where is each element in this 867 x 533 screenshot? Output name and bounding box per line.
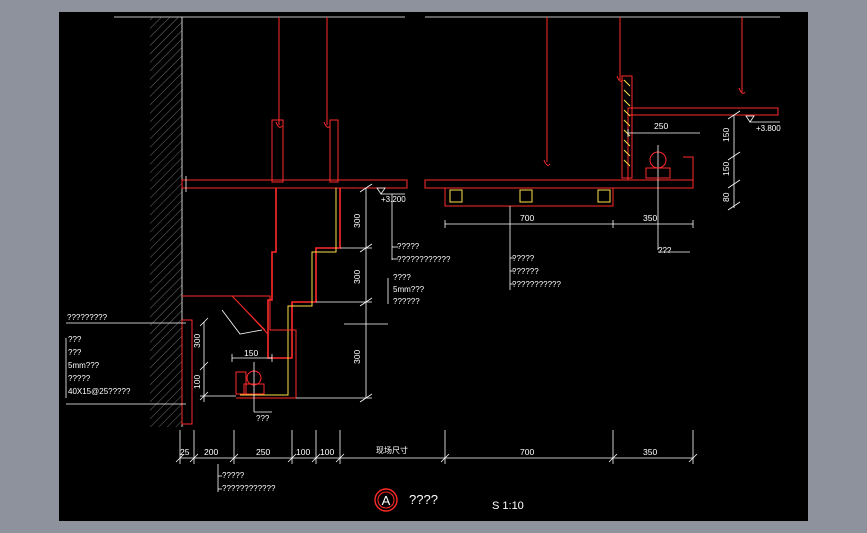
left-note-2: ??? xyxy=(68,348,82,357)
left-note-upper-2: ???????????? xyxy=(397,255,451,264)
left-dim-1: 300 xyxy=(352,214,362,228)
stepped-soffit xyxy=(267,188,341,359)
brace-white xyxy=(221,309,263,335)
cad-drawing: 300 300 300 +3.200 ????? ???????????? ??… xyxy=(65,16,781,512)
right-ceiling-lower xyxy=(424,156,694,189)
left-dim-150: 150 xyxy=(244,348,258,358)
right-hangers xyxy=(543,17,746,166)
left-small-dim-2: 100 xyxy=(192,375,202,389)
bottom-dim-200: 200 xyxy=(204,447,218,457)
title-text: ???? xyxy=(409,492,438,507)
left-small-vdims xyxy=(199,317,236,402)
bottom-note-1: ????? xyxy=(222,471,245,480)
left-lamp-label: ??? xyxy=(256,414,270,423)
bottom-dim-250: 250 xyxy=(256,447,270,457)
left-note-title: ????????? xyxy=(67,313,108,322)
right-ceiling-upper xyxy=(627,107,779,180)
bottom-dim-25: 25 xyxy=(180,447,190,457)
right-elevation-label: +3.800 xyxy=(756,124,781,133)
bottom-dim-100a: 100 xyxy=(296,447,310,457)
right-note-3: ??????????? xyxy=(512,280,561,289)
right-joists xyxy=(444,187,614,207)
right-vdim-2: 150 xyxy=(721,162,731,176)
bottom-dim-700: 700 xyxy=(520,447,534,457)
left-hangers xyxy=(271,17,339,183)
left-note-4: ????? xyxy=(68,374,91,383)
right-dim-250: 250 xyxy=(654,121,668,131)
left-small-dim-1: 300 xyxy=(192,334,202,348)
right-vdim-3: 80 xyxy=(721,192,731,202)
right-lamp-label: ??? xyxy=(658,246,672,255)
left-note-mid-1: ???? xyxy=(393,273,411,282)
title-scale: S 1:10 xyxy=(492,500,524,512)
left-dim-2: 300 xyxy=(352,270,362,284)
left-dim-3: 300 xyxy=(352,350,362,364)
right-dim-700: 700 xyxy=(520,213,534,223)
diagonal-brace xyxy=(231,295,269,335)
bottom-dim-100b: 100 xyxy=(320,447,334,457)
right-dim-350: 350 xyxy=(643,213,657,223)
left-lamp-icon xyxy=(235,362,265,395)
wall-panel xyxy=(181,319,193,425)
wall-hatch xyxy=(150,17,182,427)
right-note-2: ?????? xyxy=(512,267,539,276)
left-ceiling xyxy=(181,176,408,192)
left-note-mid-2: 5mm??? xyxy=(393,285,425,294)
right-elevation-marker xyxy=(745,115,780,123)
right-notes-leader xyxy=(509,206,514,290)
left-note-1: ??? xyxy=(68,335,82,344)
bottom-dim-chain xyxy=(175,430,698,464)
bottom-dim-350: 350 xyxy=(643,447,657,457)
left-note-mid-3: ?????? xyxy=(393,297,420,306)
title-marker: A xyxy=(382,493,391,508)
bottom-dim-label: 现场尺寸 xyxy=(376,445,408,455)
bottom-note-2: ???????????? xyxy=(222,484,276,493)
left-note-5: 40X15@25????? xyxy=(68,387,131,396)
right-wall-hatch xyxy=(623,79,631,167)
left-elevation-label: +3.200 xyxy=(381,195,406,204)
left-note-upper-1: ????? xyxy=(397,242,420,251)
left-note-3: 5mm??? xyxy=(68,361,100,370)
left-elevation-marker xyxy=(376,187,405,195)
right-vdim-1: 150 xyxy=(721,128,731,142)
right-lamp-icon xyxy=(645,145,671,250)
right-note-1: ????? xyxy=(512,254,535,263)
